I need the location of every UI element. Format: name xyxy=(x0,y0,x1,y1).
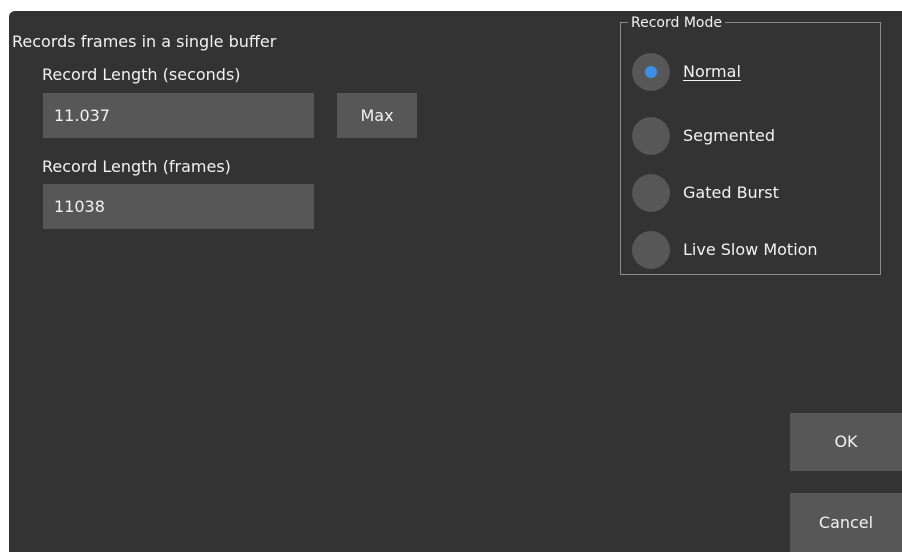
description-text: Records frames in a single buffer xyxy=(12,32,277,51)
radio-label-live-slow-motion: Live Slow Motion xyxy=(683,240,818,259)
radio-label-normal: Normal xyxy=(683,62,741,81)
record-length-seconds-label: Record Length (seconds) xyxy=(42,65,241,84)
radio-button-normal[interactable] xyxy=(632,53,670,91)
record-mode-title: Record Mode xyxy=(628,14,725,32)
record-mode-dialog: Records frames in a single buffer Record… xyxy=(9,11,902,552)
radio-button-live-slow-motion[interactable] xyxy=(632,231,670,269)
radio-selected-dot xyxy=(645,66,657,78)
record-length-frames-input[interactable]: 11038 xyxy=(43,184,314,229)
radio-label-normal-text: Normal xyxy=(683,62,741,81)
ok-button[interactable]: OK xyxy=(790,413,902,471)
radio-option-segmented[interactable]: Segmented xyxy=(632,117,872,157)
radio-option-gated-burst[interactable]: Gated Burst xyxy=(632,174,872,214)
cancel-button[interactable]: Cancel xyxy=(790,493,902,552)
radio-button-gated-burst[interactable] xyxy=(632,174,670,212)
record-length-frames-label: Record Length (frames) xyxy=(42,157,231,176)
radio-label-segmented: Segmented xyxy=(683,126,775,145)
record-mode-group: Record Mode Normal Segmented Gated Burst… xyxy=(620,14,881,275)
radio-label-gated-burst: Gated Burst xyxy=(683,183,779,202)
record-length-seconds-input[interactable]: 11.037 xyxy=(43,93,314,138)
radio-button-segmented[interactable] xyxy=(632,117,670,155)
max-button[interactable]: Max xyxy=(337,93,417,138)
radio-option-live-slow-motion[interactable]: Live Slow Motion xyxy=(632,231,872,271)
radio-option-normal[interactable]: Normal xyxy=(632,53,872,93)
